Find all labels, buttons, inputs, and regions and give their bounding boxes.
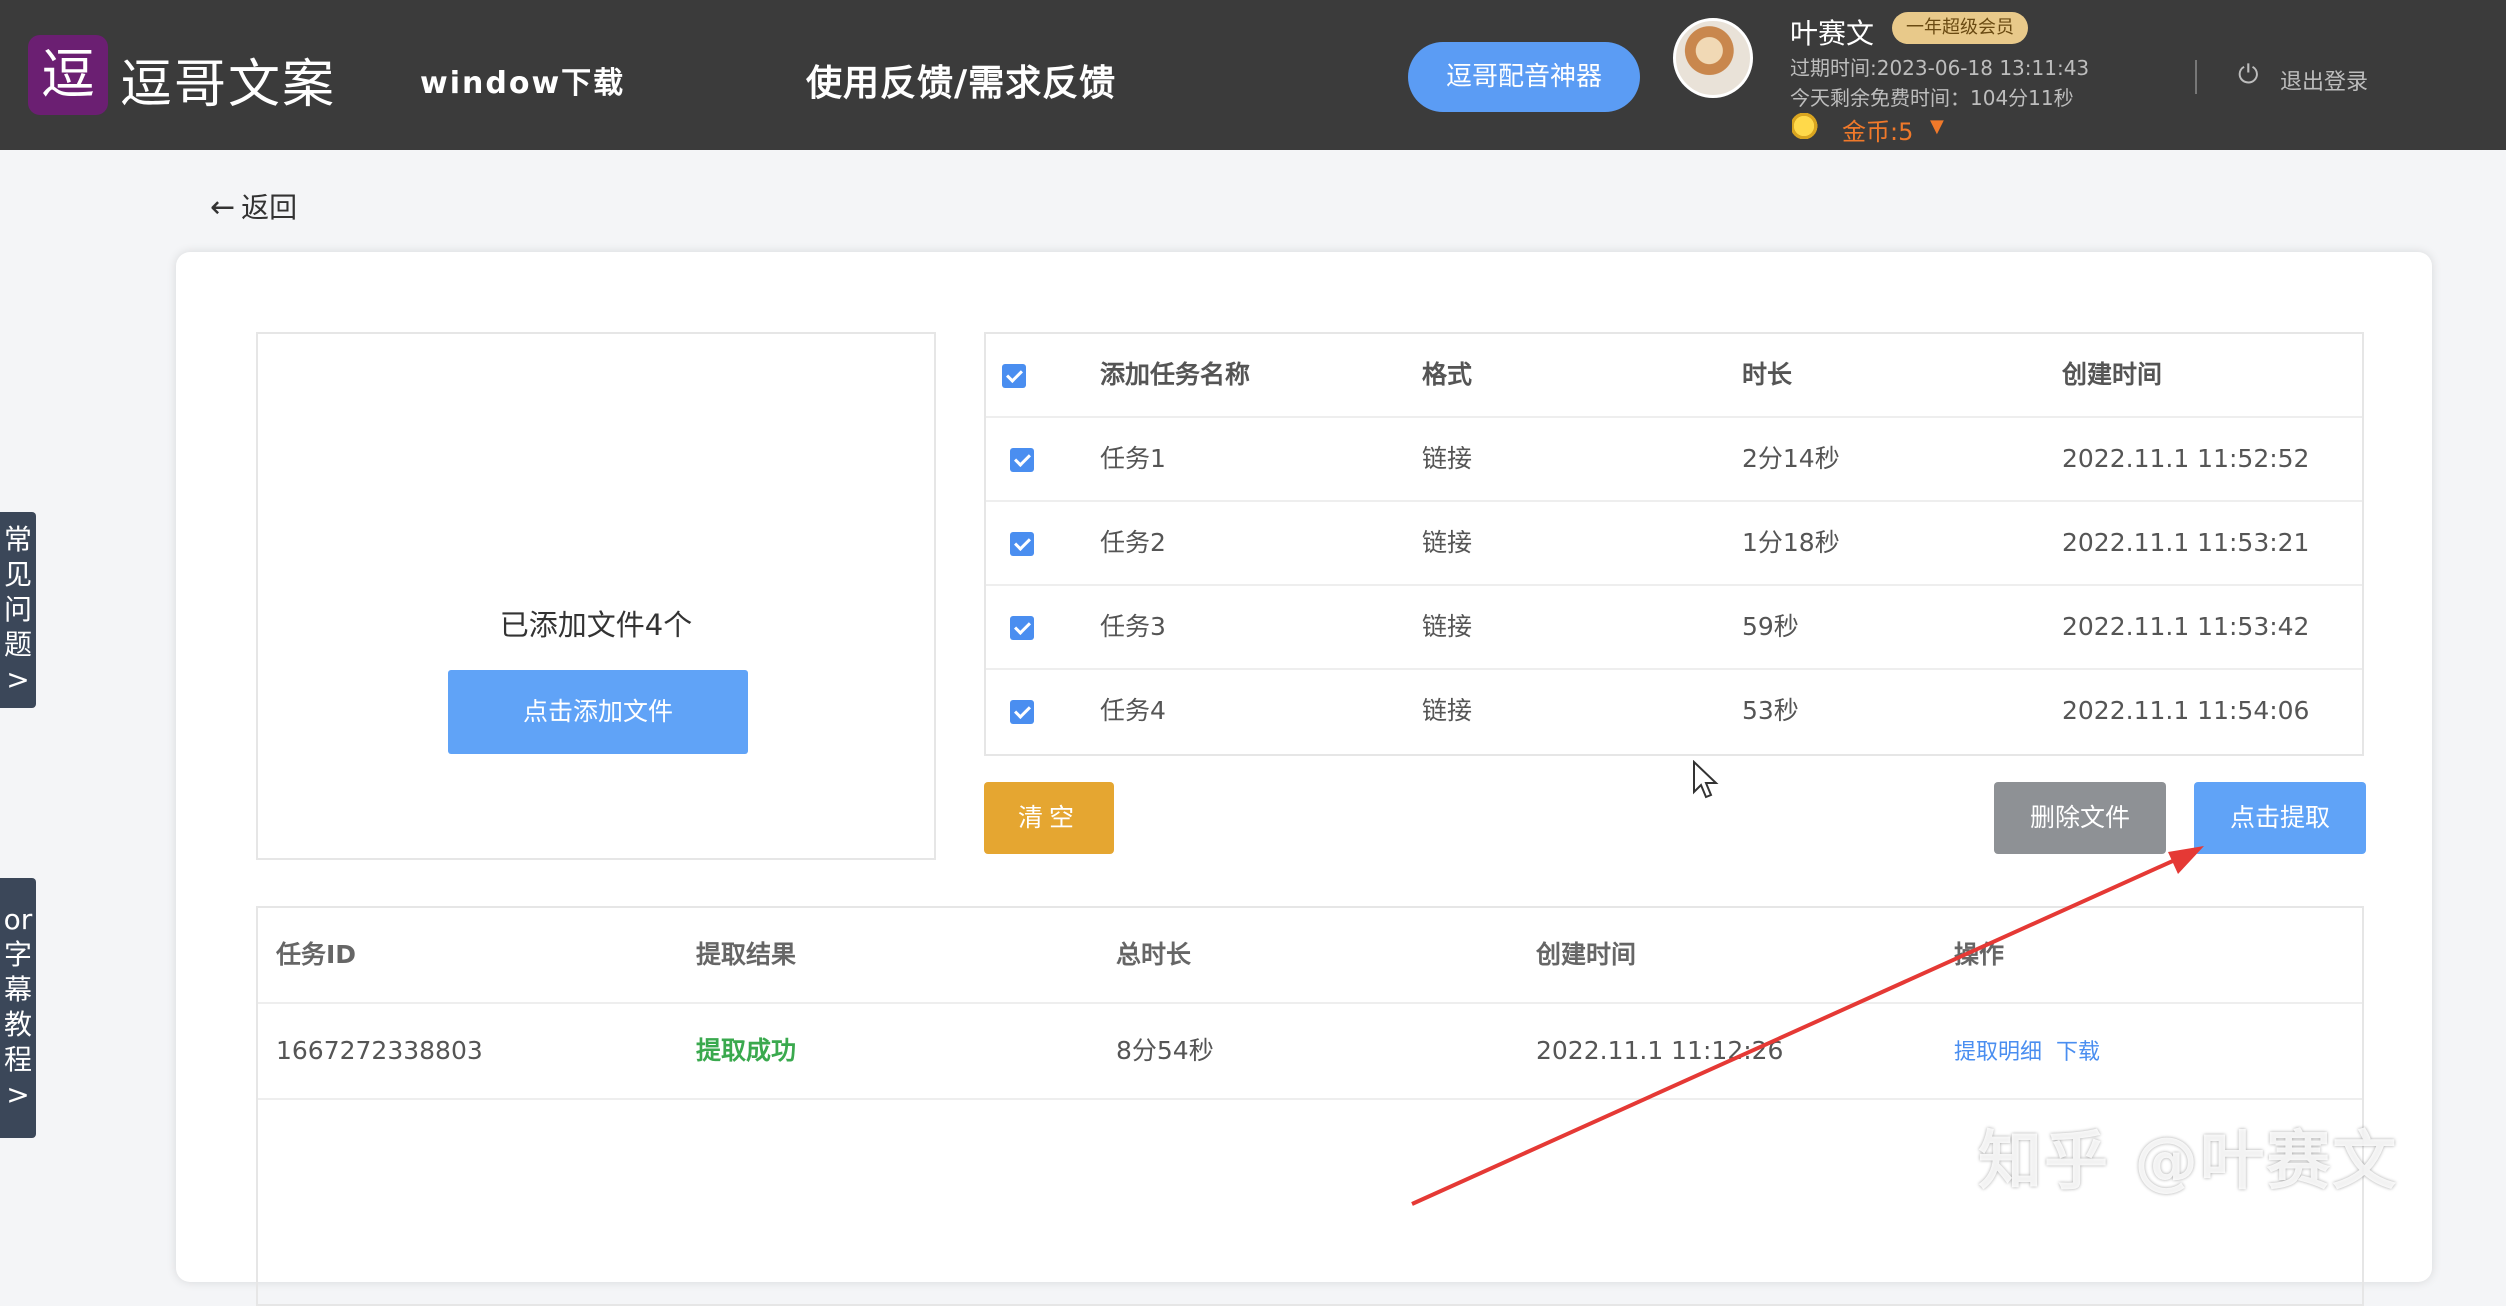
vip-badge: 一年超级会员 <box>1892 12 2028 44</box>
dubbing-tool-button[interactable]: 逗哥配音神器 <box>1408 42 1640 112</box>
result-table-header: 任务ID 提取结果 总时长 创建时间 操作 <box>258 908 2362 1004</box>
result-total-duration: 8分54秒 <box>1116 1036 1214 1065</box>
task-table: 添加任务名称 格式 时长 创建时间 任务1 链接 2分14秒 2022.11.1… <box>984 332 2364 756</box>
row-checkbox[interactable] <box>1010 532 1034 556</box>
task-duration: 59秒 <box>1742 612 1799 641</box>
task-created: 2022.11.1 11:53:21 <box>2062 528 2310 557</box>
task-format: 链接 <box>1422 612 1473 641</box>
clear-button[interactable]: 清空 <box>984 782 1114 854</box>
task-name: 任务2 <box>1100 528 1166 557</box>
free-time-remaining: 今天剩余免费时间：104分11秒 <box>1790 86 2074 110</box>
back-label: 返回 <box>241 191 298 224</box>
result-table: 任务ID 提取结果 总时长 创建时间 操作 1667272338803 提取成功… <box>256 906 2364 1306</box>
task-format: 链接 <box>1422 444 1473 473</box>
power-icon[interactable]: ⏻ <box>2238 60 2259 91</box>
doudou-logo-icon[interactable]: 逗 <box>28 35 108 115</box>
table-row[interactable]: 任务3 链接 59秒 2022.11.1 11:53:42 <box>986 586 2362 670</box>
extract-detail-link[interactable]: 提取明细 <box>1954 1040 2042 1065</box>
mouse-cursor-icon <box>1693 760 1719 799</box>
row-checkbox[interactable] <box>1010 616 1034 640</box>
result-created: 2022.11.1 11:12:26 <box>1536 1036 1784 1065</box>
col-duration: 时长 <box>1742 360 1793 389</box>
upload-panel: 已添加文件4个 点击添加文件 <box>256 332 936 860</box>
watermark: 知乎 @叶赛文 <box>1978 1125 2399 1199</box>
task-created: 2022.11.1 11:53:42 <box>2062 612 2310 641</box>
download-link[interactable]: 下载 <box>2056 1040 2100 1065</box>
task-duration: 1分18秒 <box>1742 528 1840 557</box>
col-total-duration: 总时长 <box>1116 940 1192 969</box>
task-duration: 2分14秒 <box>1742 444 1840 473</box>
result-actions: 提取明细 下载 <box>1954 1004 2114 1100</box>
table-row[interactable]: 任务4 链接 53秒 2022.11.1 11:54:06 <box>986 670 2362 754</box>
added-file-count: 已添加文件4个 <box>499 608 693 642</box>
task-created: 2022.11.1 11:52:52 <box>2062 444 2310 473</box>
top-navbar: 逗 逗哥文案 window下载 使用反馈/需求反馈 逗哥配音神器 叶赛文 一年超… <box>0 0 2506 150</box>
task-name: 任务1 <box>1100 444 1166 473</box>
arrow-left-icon: ← <box>210 190 236 225</box>
caret-down-icon[interactable]: ▼ <box>1930 116 1944 137</box>
task-name: 任务3 <box>1100 612 1166 641</box>
table-row: 1667272338803 提取成功 8分54秒 2022.11.1 11:12… <box>258 1004 2362 1100</box>
col-created: 创建时间 <box>1536 940 1637 969</box>
logout-link[interactable]: 退出登录 <box>2280 64 2368 96</box>
coin-icon <box>1792 113 1822 139</box>
task-created: 2022.11.1 11:54:06 <box>2062 696 2310 725</box>
brand-name[interactable]: 逗哥文案 <box>120 42 336 117</box>
nav-feedback[interactable]: 使用反馈/需求反馈 <box>806 54 1116 106</box>
col-result: 提取结果 <box>696 940 797 969</box>
col-task-id: 任务ID <box>276 940 357 969</box>
col-actions: 操作 <box>1954 940 2005 969</box>
row-checkbox[interactable] <box>1010 700 1034 724</box>
table-row[interactable]: 任务1 链接 2分14秒 2022.11.1 11:52:52 <box>986 418 2362 502</box>
task-table-header: 添加任务名称 格式 时长 创建时间 <box>986 334 2362 418</box>
task-format: 链接 <box>1422 696 1473 725</box>
back-link[interactable]: ← 返回 <box>210 186 297 226</box>
delete-files-button[interactable]: 删除文件 <box>1994 782 2166 854</box>
result-task-id: 1667272338803 <box>276 1036 483 1065</box>
col-created: 创建时间 <box>2062 360 2163 389</box>
header-divider <box>2195 60 2197 94</box>
coin-balance[interactable]: 金币:5 <box>1842 112 1913 147</box>
select-all-checkbox[interactable] <box>1002 364 1026 388</box>
add-file-button[interactable]: 点击添加文件 <box>448 670 748 754</box>
side-tab-tutorial[interactable]: or 字 幕 教 程 > <box>0 878 36 1138</box>
task-format: 链接 <box>1422 528 1473 557</box>
row-checkbox[interactable] <box>1010 448 1034 472</box>
nav-windows-download[interactable]: window下载 <box>420 58 625 102</box>
side-tab-faq[interactable]: 常 见 问 题 > <box>0 512 36 708</box>
user-avatar[interactable] <box>1673 18 1753 98</box>
extract-button[interactable]: 点击提取 <box>2194 782 2366 854</box>
col-task-name: 添加任务名称 <box>1100 360 1251 389</box>
user-name: 叶赛文 <box>1790 17 1875 50</box>
task-name: 任务4 <box>1100 696 1166 725</box>
task-duration: 53秒 <box>1742 696 1799 725</box>
col-format: 格式 <box>1422 360 1473 389</box>
expire-time: 过期时间:2023-06-18 13:11:43 <box>1790 56 2090 80</box>
table-row[interactable]: 任务2 链接 1分18秒 2022.11.1 11:53:21 <box>986 502 2362 586</box>
result-status: 提取成功 <box>696 1036 797 1065</box>
